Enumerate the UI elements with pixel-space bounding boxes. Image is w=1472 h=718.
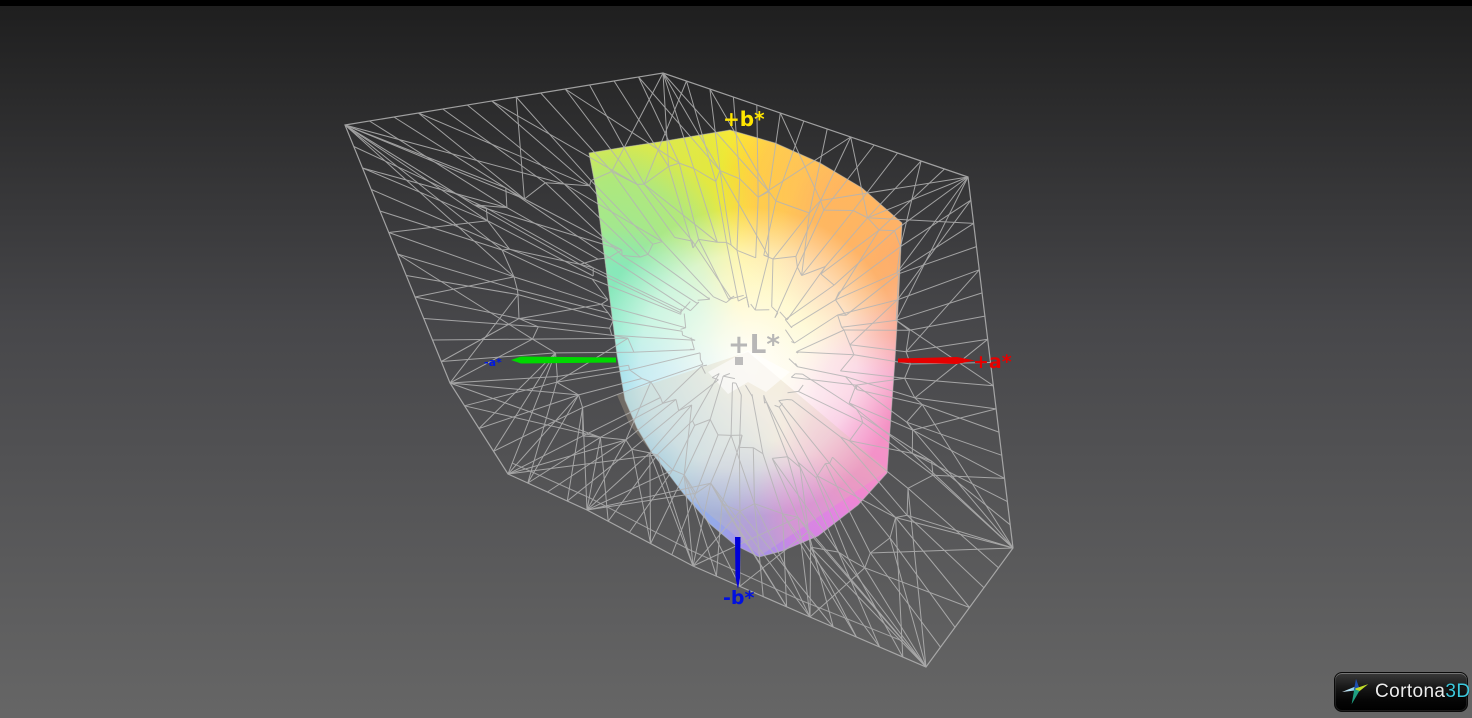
axis-label-plus-b: +b*: [723, 107, 765, 131]
viewer-stage: +b* -b* +a* -a* +L* Cortona3D: [0, 0, 1472, 718]
cortona3d-logo[interactable]: Cortona3D: [1334, 672, 1471, 712]
l-axis-marker: [735, 357, 743, 365]
top-black-bar: [0, 0, 1472, 6]
minus-a-axis-line: [511, 356, 616, 364]
logo-suffix: 3D: [1445, 681, 1471, 702]
axis-label-minus-b: -b*: [723, 587, 754, 609]
logo-name: Cortona: [1375, 681, 1446, 702]
axis-label-plus-a: +a*: [973, 351, 1012, 373]
cortona3d-star-icon: [1342, 678, 1369, 705]
axis-label-minus-a: -a*: [484, 356, 502, 369]
axis-label-plus-l: +L*: [728, 330, 780, 360]
gamut-3d-viewport[interactable]: +b* -b* +a* -a* +L*: [0, 0, 1472, 718]
